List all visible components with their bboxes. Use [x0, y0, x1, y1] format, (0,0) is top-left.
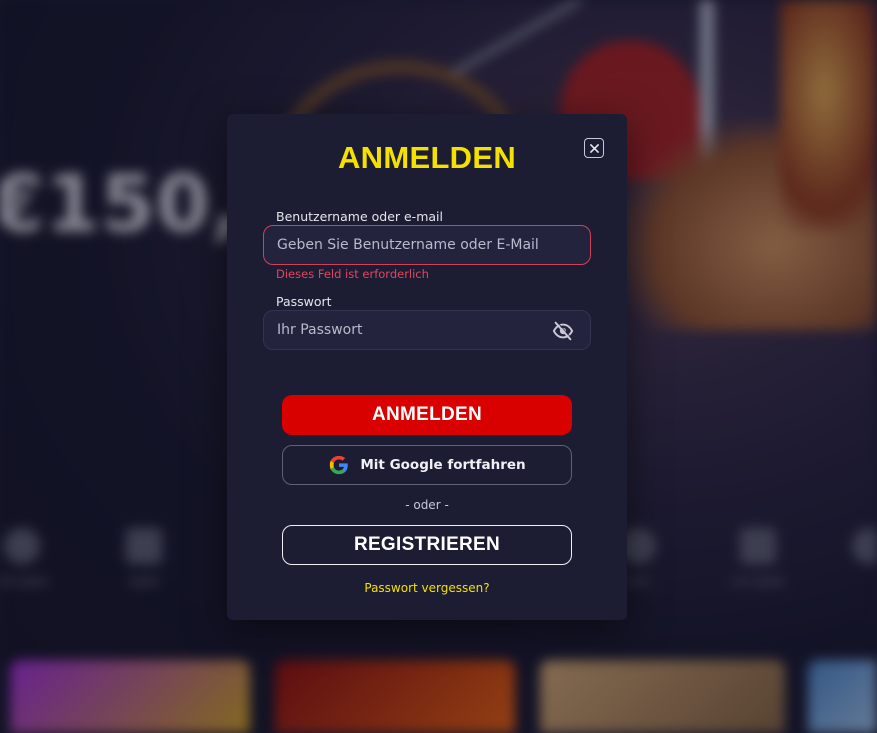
password-visibility-toggle[interactable]: [552, 320, 574, 342]
modal-title: ANMELDEN: [337, 140, 517, 175]
password-input[interactable]: [264, 311, 590, 349]
password-field-wrapper: [263, 310, 591, 350]
register-button[interactable]: REGISTRIEREN: [282, 525, 572, 565]
close-button[interactable]: [584, 138, 604, 158]
login-modal: ANMELDEN Benutzername oder e-mail Dieses…: [227, 114, 627, 620]
google-icon: [330, 455, 349, 475]
login-button[interactable]: ANMELDEN: [282, 395, 572, 435]
username-field-wrapper: [263, 225, 591, 265]
password-label: Passwort: [276, 294, 332, 309]
forgot-password-link[interactable]: Passwort vergessen?: [227, 581, 627, 595]
close-icon: [589, 143, 599, 153]
username-error: Dieses Feld ist erforderlich: [276, 267, 429, 281]
username-label: Benutzername oder e-mail: [276, 209, 443, 224]
or-separator: - oder -: [405, 498, 449, 512]
eye-off-icon: [552, 321, 574, 341]
google-button-label: Mit Google fortfahren: [360, 457, 526, 473]
google-login-button[interactable]: Mit Google fortfahren: [282, 445, 572, 485]
username-input[interactable]: [264, 226, 590, 264]
